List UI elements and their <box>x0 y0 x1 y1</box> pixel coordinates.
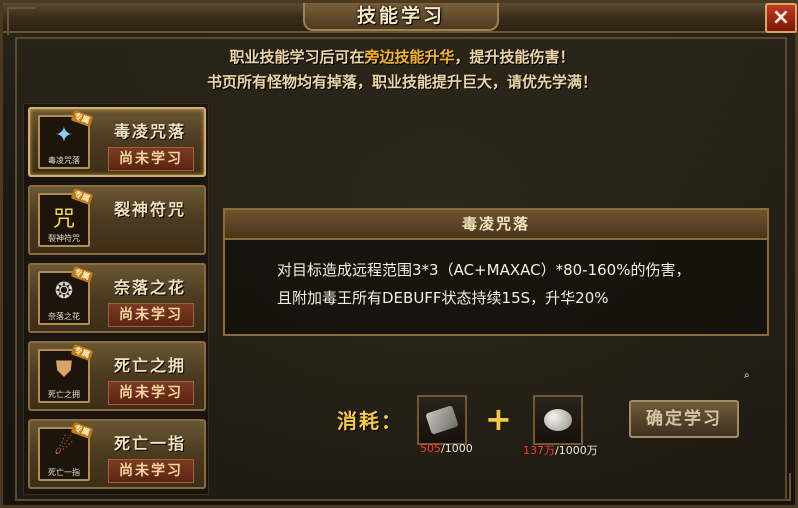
description-text: 对目标造成远程范围3*3（AC+MAXAC）*80-160%的伤害， 且附加毒王… <box>277 256 757 312</box>
cost-count: 137万/1000万 <box>523 444 598 457</box>
skill-item[interactable]: 咒 专属 裂神符咒 裂神符咒 <box>28 185 206 255</box>
skill-status-badge: 尚未学习 <box>108 147 194 171</box>
skill-item[interactable]: ⛊ 专属 死亡之拥 死亡之拥 尚未学习 <box>28 341 206 411</box>
skill-icon: 咒 专属 裂神符咒 <box>38 187 94 247</box>
skill-icon: ⛊ 专属 死亡之拥 <box>38 343 94 403</box>
skill-item[interactable]: ☄ 专属 死亡一指 死亡一指 尚未学习 <box>28 419 206 489</box>
skill-icon: ☄ 专属 死亡一指 <box>38 421 94 481</box>
skill-status-badge: 尚未学习 <box>108 381 194 405</box>
close-button[interactable]: × <box>765 3 797 33</box>
notice-text: 职业技能学习后可在旁边技能升华，提升技能伤害！ 书页所有怪物均有掉落，职业技能提… <box>17 45 787 95</box>
skill-status-badge: 尚未学习 <box>108 303 194 327</box>
skill-learn-window: 技能学习 × 职业技能学习后可在旁边技能升华，提升技能伤害！ 书页所有怪物均有掉… <box>0 0 798 508</box>
plus-icon: + <box>485 400 512 438</box>
skill-name: 毒凌咒落 <box>113 122 186 141</box>
skill-item[interactable]: ✦ 专属 毒凌咒落 毒凌咒落 尚未学习 <box>28 107 206 177</box>
ornament-corner <box>7 7 35 35</box>
cost-count: 505/1000 <box>420 442 473 455</box>
skill-status-badge: 尚未学习 <box>108 459 194 483</box>
silver-ingot-icon <box>544 409 572 431</box>
description-header: 毒凌咒落 <box>225 210 767 240</box>
skill-icon: ❂ 专属 奈落之花 <box>38 265 94 325</box>
skill-item[interactable]: ❂ 专属 奈落之花 奈落之花 尚未学习 <box>28 263 206 333</box>
search-icon[interactable]: ⌕ <box>744 371 754 381</box>
skill-icon-caption: 死亡之拥 <box>48 390 80 399</box>
skill-name: 裂神符咒 <box>113 200 186 219</box>
finger-curse-icon: ☄ <box>54 435 74 460</box>
skill-list: ✦ 专属 毒凌咒落 毒凌咒落 尚未学习 咒 专属 裂神符咒 裂神符咒 ❂ 专属 … <box>23 103 209 495</box>
skill-icon-caption: 奈落之花 <box>48 312 80 321</box>
skill-icon-caption: 死亡一指 <box>48 468 80 477</box>
shield-icon: ⛊ <box>55 357 73 382</box>
flower-ring-icon: ❂ <box>54 279 74 304</box>
book-page-icon <box>425 405 459 435</box>
skill-description-box: 毒凌咒落 对目标造成远程范围3*3（AC+MAXAC）*80-160%的伤害， … <box>223 208 769 336</box>
title-plate: 技能学习 <box>303 3 499 31</box>
cost-item-slot[interactable] <box>533 395 583 445</box>
cost-item-slot[interactable] <box>417 395 467 445</box>
window-title: 技能学习 <box>356 5 445 27</box>
skill-icon-caption: 裂神符咒 <box>48 234 80 243</box>
cost-label: 消耗： <box>337 409 403 433</box>
talisman-icon: 咒 <box>52 207 75 232</box>
confirm-learn-button[interactable]: 确定学习 <box>629 400 739 438</box>
skill-name: 死亡一指 <box>113 434 186 453</box>
notice-line-2: 书页所有怪物均有掉落，职业技能提升巨大，请优先学满！ <box>206 73 597 91</box>
description-line: 且附加毒王所有DEBUFF状态持续15S，升华20% <box>277 289 609 307</box>
poison-curse-icon: ✦ <box>54 123 74 148</box>
notice-line-1: 职业技能学习后可在旁边技能升华，提升技能伤害！ <box>229 48 575 66</box>
skill-icon: ✦ 专属 毒凌咒落 <box>38 109 94 169</box>
skill-name: 死亡之拥 <box>113 356 186 375</box>
description-line: 对目标造成远程范围3*3（AC+MAXAC）*80-160%的伤害， <box>277 261 691 279</box>
skill-name: 奈落之花 <box>113 278 186 297</box>
skill-icon-caption: 毒凌咒落 <box>48 156 80 165</box>
description-title: 毒凌咒落 <box>461 215 530 233</box>
notice-highlight: 旁边技能升华 <box>364 48 455 66</box>
